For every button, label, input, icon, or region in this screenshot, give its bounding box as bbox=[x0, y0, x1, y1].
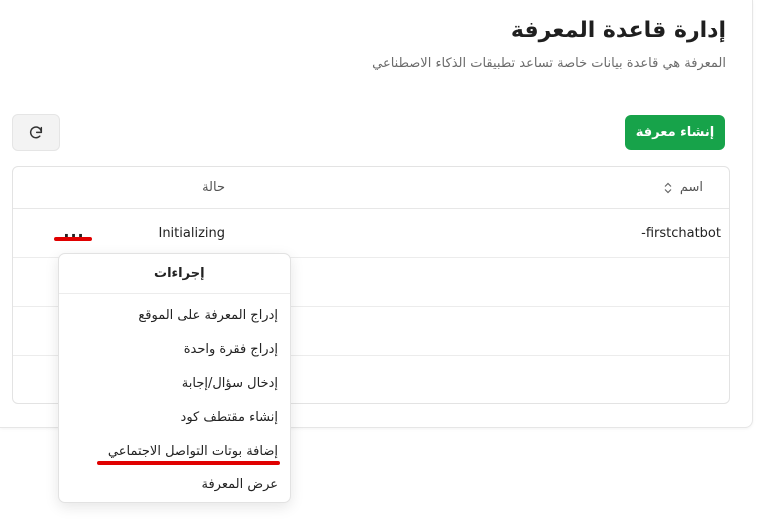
refresh-button[interactable] bbox=[12, 114, 60, 151]
refresh-icon bbox=[29, 125, 43, 138]
row-status: Initializing bbox=[158, 226, 225, 241]
column-header-status: حالة bbox=[202, 180, 225, 195]
page-subtitle: المعرفة هي قاعدة بيانات خاصة تساعد تطبيق… bbox=[372, 56, 726, 71]
menu-item-create-code-snippet[interactable]: إنشاء مقتطف كود bbox=[181, 410, 278, 425]
row-name: -firstchatbot bbox=[641, 226, 721, 241]
menu-item-add-social-bots[interactable]: إضافة بوتات التواصل الاجتماعي bbox=[108, 444, 278, 459]
table-row: -firstchatbot Initializing ... bbox=[13, 209, 729, 258]
column-header-name[interactable]: اسم bbox=[664, 180, 703, 195]
sort-icon bbox=[664, 182, 672, 193]
create-knowledge-button[interactable]: إنشاء معرفة bbox=[625, 115, 725, 150]
annotation-underline-actions bbox=[54, 237, 92, 241]
menu-item-view-knowledge[interactable]: عرض المعرفة bbox=[202, 477, 279, 492]
menu-header: إجراءات bbox=[59, 254, 290, 294]
menu-item-insert-paragraph[interactable]: إدراج فقرة واحدة bbox=[184, 342, 278, 357]
actions-dropdown-menu: إجراءات إدراج المعرفة على الموقع إدراج ف… bbox=[58, 253, 291, 503]
column-name-label: اسم bbox=[679, 180, 703, 195]
menu-item-insert-qa[interactable]: إدخال سؤال/إجابة bbox=[182, 376, 278, 391]
annotation-underline-social-bots bbox=[97, 461, 280, 465]
page-title: إدارة قاعدة المعرفة bbox=[510, 18, 726, 43]
table-header: اسم حالة bbox=[13, 167, 729, 209]
menu-item-embed-website[interactable]: إدراج المعرفة على الموقع bbox=[138, 308, 278, 323]
menu-title: إجراءات bbox=[154, 266, 205, 281]
